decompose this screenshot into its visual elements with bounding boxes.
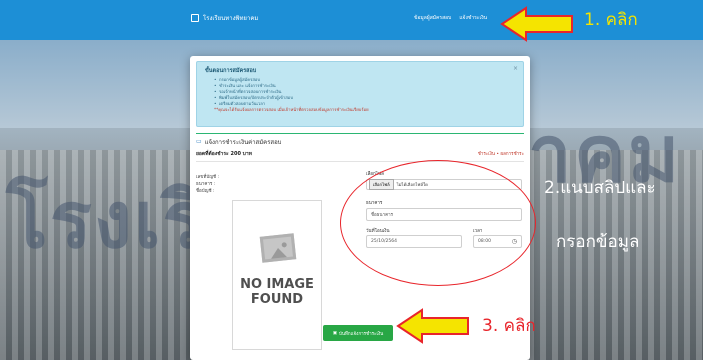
payment-links[interactable]: ชำระเงิน • ผลการชำระ xyxy=(478,150,524,157)
info-note: **คุณจะได้รับแจ้งผลการตรวจสอบ เมื่อเจ้าห… xyxy=(214,107,369,112)
no-image-line1: NO IMAGE xyxy=(240,277,314,292)
money-icon: ▭ xyxy=(196,138,202,145)
annotation-step2-line1: 2.แนบสลิปและ xyxy=(544,178,656,198)
highlight-circle xyxy=(340,160,536,286)
steps-info-box: ขั้นตอนการสมัครสอบ กรอกข้อมูลผู้สมัครสอบ… xyxy=(196,61,524,127)
steps-list: กรอกข้อมูลผู้สมัครสอบ ชำระเงิน และ แจ้งก… xyxy=(205,77,515,107)
school-icon xyxy=(191,14,199,22)
no-image-line2: FOUND xyxy=(250,292,304,307)
bank-label-left: ธนาคาร : xyxy=(196,182,216,187)
brand[interactable]: โรงเรียนทางพิทยาคม xyxy=(191,13,258,23)
arrow-left-icon xyxy=(500,6,573,42)
info-title: ขั้นตอนการสมัครสอบ xyxy=(205,68,257,74)
image-placeholder-icon xyxy=(259,233,297,263)
section-header: ▭ แจ้งการชำระเงินค่าสมัครสอบ xyxy=(196,133,524,146)
save-payment-button[interactable]: ▣ บันทึกแจ้งการชำระเงิน xyxy=(323,325,393,341)
nav-link-applicant-info[interactable]: ข้อมูลผู้สมัครสอบ xyxy=(414,14,451,22)
slip-preview: NO IMAGE FOUND xyxy=(232,200,322,350)
arrow-left-icon xyxy=(396,308,469,344)
no-image-text: NO IMAGE FOUND xyxy=(233,277,321,307)
annotation-step2-line2: กรอกข้อมูล xyxy=(556,232,640,252)
nav-link-payment-notify[interactable]: แจ้งชำระเงิน xyxy=(459,14,487,22)
amount-due: ยอดที่ต้องชำระ 200 บาท xyxy=(196,151,252,157)
save-label: บันทึกแจ้งการชำระเงิน xyxy=(339,331,384,337)
divider xyxy=(196,161,524,162)
close-icon[interactable]: × xyxy=(513,65,518,72)
nav-links: ข้อมูลผู้สมัครสอบ แจ้งชำระเงิน xyxy=(414,14,487,22)
account-number-label: เลขที่บัญชี : xyxy=(196,175,220,180)
annotation-step3: 3. คลิก xyxy=(482,316,536,336)
brand-label: โรงเรียนทางพิทยาคม xyxy=(203,15,259,22)
annotation-step1: 1. คลิก xyxy=(584,10,638,30)
account-labels: เลขที่บัญชี : ธนาคาร : ชื่อบัญชี : xyxy=(196,174,219,195)
amount-row: ยอดที่ต้องชำระ 200 บาท ชำระเงิน • ผลการช… xyxy=(196,148,524,158)
save-icon: ▣ xyxy=(332,330,337,336)
list-item: เตรียมตัวสอบตามวันเวลา xyxy=(205,101,515,107)
section-title: แจ้งการชำระเงินค่าสมัครสอบ xyxy=(204,138,282,146)
account-name-label: ชื่อบัญชี : xyxy=(196,189,215,194)
